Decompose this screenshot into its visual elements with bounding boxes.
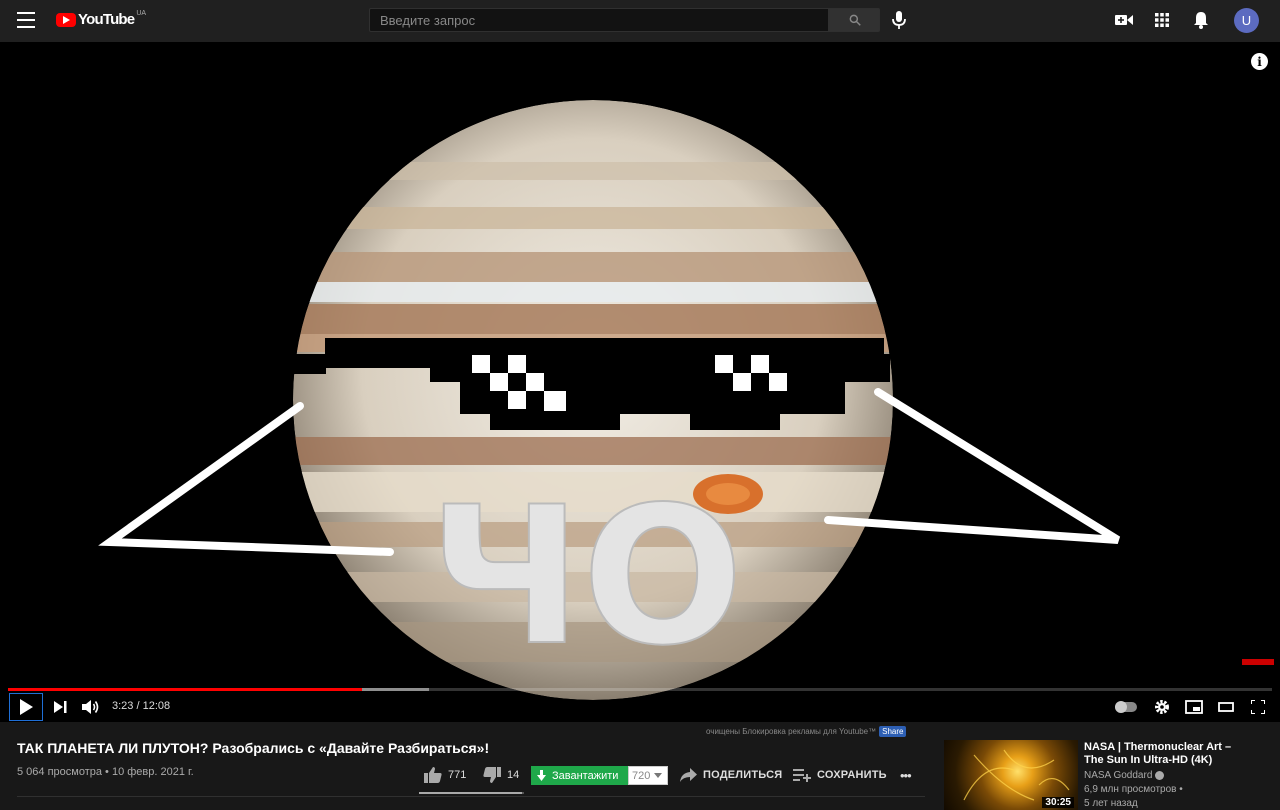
sentiment-bar-fill bbox=[419, 792, 523, 794]
search-icon bbox=[849, 14, 861, 26]
info-icon[interactable]: i bbox=[1251, 53, 1268, 70]
overlay-caption: ЧО bbox=[428, 466, 743, 687]
download-arrow-icon bbox=[537, 770, 546, 781]
miniplayer-button[interactable] bbox=[1181, 695, 1207, 719]
theater-mode-button[interactable] bbox=[1213, 695, 1239, 719]
progress-played bbox=[8, 688, 362, 691]
video-title: ТАК ПЛАНЕТА ЛИ ПЛУТОН? Разобрались с «Да… bbox=[17, 740, 490, 756]
autoplay-toggle[interactable] bbox=[1115, 701, 1137, 713]
video-player[interactable]: ЧО i 3:23 / 12:08 bbox=[0, 42, 1280, 722]
fullscreen-icon bbox=[1251, 700, 1265, 714]
video-duration: 30:25 bbox=[1042, 797, 1074, 808]
adblock-notice-text: очищены Блокировка рекламы для Youtube™ bbox=[706, 727, 877, 736]
video-camera-icon bbox=[1115, 15, 1133, 25]
like-count: 771 bbox=[448, 769, 467, 781]
chevron-down-icon bbox=[654, 773, 663, 778]
logo-text: YouTube bbox=[78, 11, 135, 28]
related-video-channel[interactable]: NASA Goddard bbox=[1084, 770, 1165, 781]
voice-search-button[interactable] bbox=[889, 10, 909, 30]
create-video-button[interactable] bbox=[1114, 10, 1134, 30]
time-display: 3:23 / 12:08 bbox=[112, 700, 171, 712]
more-actions-button[interactable]: ••• bbox=[900, 766, 912, 784]
save-label: СОХРАНИТЬ bbox=[817, 769, 887, 781]
video-meta: 5 064 просмотра • 10 февр. 2021 г. bbox=[17, 766, 194, 778]
share-label: ПОДЕЛИТЬСЯ bbox=[703, 769, 783, 781]
microphone-icon bbox=[892, 11, 906, 29]
related-video-item[interactable]: 30:25 NASA | Thermonuclear Art – The Sun… bbox=[944, 740, 1274, 810]
avatar[interactable]: U bbox=[1234, 8, 1259, 33]
logo-country-code: UA bbox=[136, 10, 147, 17]
divider bbox=[17, 796, 925, 797]
verified-icon bbox=[1155, 771, 1165, 780]
guide-menu-icon[interactable] bbox=[17, 12, 37, 28]
share-arrow-icon bbox=[680, 768, 697, 782]
thumbs-up-icon bbox=[424, 767, 442, 783]
progress-bar[interactable] bbox=[8, 688, 1272, 691]
save-button[interactable]: СОХРАНИТЬ bbox=[793, 766, 887, 784]
quality-value: 720 bbox=[632, 769, 651, 782]
search-input[interactable] bbox=[369, 8, 829, 32]
gear-icon bbox=[1155, 700, 1169, 714]
related-video-title[interactable]: NASA | Thermonuclear Art – The Sun In Ul… bbox=[1084, 741, 1244, 767]
playlist-add-icon bbox=[793, 769, 811, 782]
quality-select[interactable]: 720 bbox=[628, 766, 668, 785]
skip-next-icon bbox=[53, 701, 66, 713]
channel-name: NASA Goddard bbox=[1084, 770, 1153, 781]
settings-button[interactable] bbox=[1149, 695, 1175, 719]
more-actions-icon: ••• bbox=[900, 767, 912, 783]
fullscreen-button[interactable] bbox=[1245, 695, 1271, 719]
apps-button[interactable] bbox=[1152, 10, 1172, 30]
apps-grid-icon bbox=[1155, 13, 1169, 27]
adblock-share-button[interactable]: Share bbox=[879, 726, 907, 737]
next-button[interactable] bbox=[47, 695, 73, 719]
play-button[interactable] bbox=[9, 693, 43, 721]
miniplayer-icon bbox=[1185, 700, 1203, 714]
adblock-notice: очищены Блокировка рекламы для Youtube™ … bbox=[706, 726, 907, 737]
volume-icon bbox=[82, 700, 99, 714]
thumbs-down-icon bbox=[483, 767, 501, 783]
mute-button[interactable] bbox=[78, 695, 104, 719]
video-frame[interactable]: ЧО bbox=[0, 42, 1280, 722]
download-button[interactable]: Завантажити bbox=[531, 766, 628, 785]
related-video-views: 6,9 млн просмотров • bbox=[1084, 784, 1183, 795]
theater-icon bbox=[1218, 702, 1234, 712]
download-label: Завантажити bbox=[552, 769, 619, 782]
sentiment-bar bbox=[419, 792, 524, 794]
masthead: YouTube UA U bbox=[0, 0, 1280, 42]
dislike-button[interactable]: 14 bbox=[483, 766, 519, 784]
like-button[interactable]: 771 bbox=[424, 766, 466, 784]
related-video-thumbnail[interactable]: 30:25 bbox=[944, 740, 1078, 810]
notifications-button[interactable] bbox=[1191, 10, 1211, 30]
share-button[interactable]: ПОДЕЛИТЬСЯ bbox=[680, 766, 782, 784]
youtube-play-icon bbox=[56, 13, 76, 27]
bell-icon bbox=[1194, 12, 1208, 29]
related-video-age: 5 лет назад bbox=[1084, 798, 1138, 809]
player-controls: 3:23 / 12:08 bbox=[0, 692, 1280, 722]
dislike-count: 14 bbox=[507, 769, 520, 781]
channel-watermark[interactable] bbox=[1242, 659, 1274, 665]
play-icon bbox=[20, 699, 33, 715]
youtube-logo[interactable]: YouTube UA bbox=[56, 10, 147, 28]
search-button[interactable] bbox=[829, 8, 880, 32]
